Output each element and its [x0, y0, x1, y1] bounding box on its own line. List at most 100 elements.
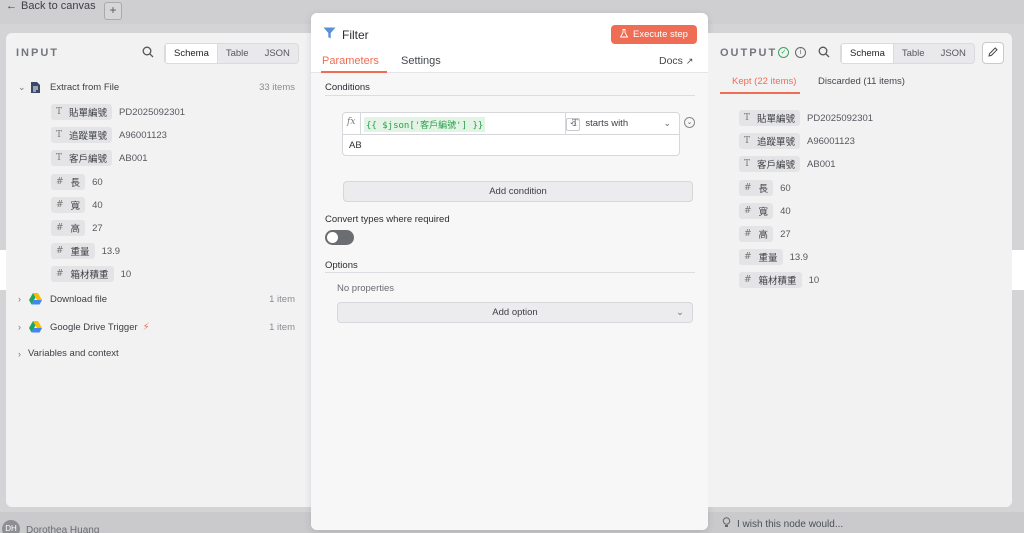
docs-link[interactable]: Docs ↗	[659, 55, 693, 67]
schema-field[interactable]: # 長 60	[739, 180, 791, 196]
chevron-right-icon: ›	[18, 348, 21, 359]
field-value: 27	[780, 228, 791, 240]
schema-field[interactable]: T 追蹤單號 A96001123	[51, 127, 167, 143]
input-view-tabs: Schema Table JSON	[164, 43, 299, 64]
search-icon[interactable]	[818, 46, 830, 58]
flask-icon	[619, 28, 629, 41]
schema-field[interactable]: T 貼單編號 PD2025092301	[739, 110, 873, 126]
tab-settings[interactable]: Settings	[401, 55, 441, 67]
left-value-input[interactable]: {{ $json['客戶編號'] }} ⟲	[360, 113, 580, 134]
execute-step-button[interactable]: Execute step	[611, 25, 697, 44]
add-condition-button[interactable]: Add condition	[343, 181, 693, 202]
divider	[325, 95, 695, 96]
schema-field[interactable]: # 箱材積重 10	[739, 272, 819, 288]
item-count: 1 item	[269, 321, 295, 333]
right-value-input[interactable]: AB	[349, 140, 362, 151]
field-value: 27	[92, 222, 103, 234]
schema-field[interactable]: T 追蹤單號 A96001123	[739, 133, 855, 149]
tab-json[interactable]: JSON	[257, 44, 298, 63]
field-chip: T 追蹤單號	[739, 133, 801, 149]
tab-schema[interactable]: Schema	[165, 44, 218, 63]
schema-field[interactable]: T 客戶編號 AB001	[51, 150, 148, 166]
field-chip: # 高	[739, 226, 774, 242]
schema-field[interactable]: T 客戶編號 AB001	[739, 156, 836, 172]
field-chip: # 寬	[739, 203, 774, 219]
divider	[325, 272, 695, 273]
operator-select[interactable]: T starts with ⌄	[565, 113, 679, 134]
node-extract-from-file[interactable]: ⌄ Extract from File 33 items	[18, 80, 308, 94]
convert-types-toggle[interactable]	[325, 230, 354, 245]
filter-icon	[323, 27, 336, 42]
field-chip: # 重量	[739, 249, 783, 265]
node-variables-context[interactable]: › Variables and context	[18, 348, 308, 359]
fx-icon: fx	[347, 117, 356, 127]
check-circle-icon: ✓	[778, 47, 789, 58]
chevron-right-icon: ›	[18, 294, 21, 304]
field-value: AB001	[119, 152, 148, 164]
chevron-down-icon: ⌄	[676, 307, 684, 318]
avatar[interactable]: DH	[2, 520, 20, 533]
field-chip: # 高	[51, 220, 86, 236]
tab-json[interactable]: JSON	[933, 44, 974, 63]
schema-field[interactable]: # 高 27	[51, 220, 103, 236]
modal-title: Filter	[342, 27, 369, 42]
active-tab-indicator	[720, 92, 800, 94]
tab-schema[interactable]: Schema	[841, 44, 894, 63]
google-drive-icon	[28, 292, 42, 306]
field-chip: # 長	[739, 180, 774, 196]
google-drive-icon	[28, 320, 42, 334]
node-download-file[interactable]: › Download file 1 item	[18, 292, 308, 306]
field-chip: T 貼單編號	[739, 110, 801, 126]
tab-table[interactable]: Table	[894, 44, 933, 63]
item-count: 33 items	[259, 81, 295, 93]
chevron-down-icon: ⌄	[18, 81, 26, 92]
back-to-canvas-link[interactable]: ← Back to canvas	[6, 0, 96, 12]
field-value: 10	[120, 268, 132, 280]
field-value: 60	[780, 182, 791, 194]
field-value: 40	[780, 205, 791, 217]
item-count: 1 item	[269, 293, 295, 305]
field-chip: # 寬	[51, 197, 86, 213]
modal-tabs: Parameters Settings Docs ↗	[311, 53, 708, 73]
output-panel: OUTPUT ✓ i Schema Table JSON Kept (22 it…	[708, 33, 1012, 507]
edit-output-button[interactable]	[982, 42, 1004, 64]
external-link-icon: ↗	[685, 56, 694, 66]
field-chip: # 箱材積重	[739, 272, 802, 288]
tab-kept[interactable]: Kept (22 items)	[732, 76, 796, 87]
back-label: Back to canvas	[21, 0, 96, 12]
user-name: Dorothea Huang	[26, 525, 100, 533]
field-value: A96001123	[119, 129, 167, 141]
feedback-prompt[interactable]: I wish this node would...	[722, 517, 843, 531]
schema-field[interactable]: T 貼單編號 PD2025092301	[51, 104, 185, 120]
input-panel: INPUT Schema Table JSON ⌄ Extract from F…	[6, 33, 312, 507]
back-arrow-icon: ←	[6, 0, 17, 12]
add-node-button[interactable]: +	[104, 2, 122, 20]
output-view-tabs: Schema Table JSON	[840, 43, 975, 64]
tab-parameters[interactable]: Parameters	[322, 55, 379, 67]
schema-field[interactable]: # 長 60	[51, 174, 103, 190]
tab-table[interactable]: Table	[218, 44, 257, 63]
field-value: 40	[92, 199, 103, 211]
remove-condition-icon[interactable]: ⌄	[684, 117, 695, 128]
search-icon[interactable]	[142, 46, 154, 58]
condition-top: fx {{ $json['客戶編號'] }} ⟲ T starts with ⌄	[343, 113, 679, 135]
modal-header: Filter	[323, 27, 369, 42]
filter-modal: Filter Execute step Parameters Settings …	[311, 13, 708, 530]
add-option-label: Add option	[492, 307, 538, 318]
schema-field[interactable]: # 寬 40	[739, 203, 791, 219]
add-option-dropdown[interactable]: Add option ⌄	[337, 302, 693, 323]
node-google-drive-trigger[interactable]: › Google Drive Trigger ⚡ 1 item	[18, 320, 308, 334]
schema-field[interactable]: # 寬 40	[51, 197, 103, 213]
feedback-text: I wish this node would...	[737, 518, 844, 530]
toggle-knob	[327, 232, 338, 243]
schema-field[interactable]: # 重量 13.9	[739, 249, 808, 265]
canvas-node-right	[1012, 250, 1024, 290]
conditions-label: Conditions	[325, 82, 370, 93]
schema-field[interactable]: # 重量 13.9	[51, 243, 120, 259]
pencil-icon	[988, 46, 998, 60]
schema-field[interactable]: # 箱材積重 10	[51, 266, 131, 282]
schema-field[interactable]: # 高 27	[739, 226, 791, 242]
info-icon[interactable]: i	[795, 47, 806, 58]
tab-discarded[interactable]: Discarded (11 items)	[818, 76, 905, 87]
lightbulb-icon	[722, 517, 731, 531]
